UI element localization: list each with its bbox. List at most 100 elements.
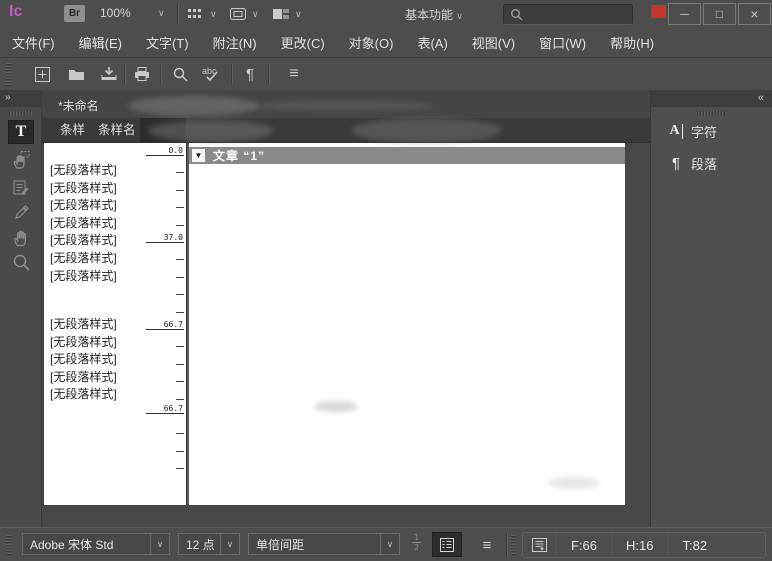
red-indicator: [651, 5, 666, 18]
expand-panel-icon: »: [5, 92, 11, 103]
paragraph-panel-label: 段落: [691, 154, 717, 173]
menu-item[interactable]: 文件(F): [12, 33, 55, 52]
collapse-panels-icon[interactable]: «: [758, 90, 764, 106]
font-family-select[interactable]: Adobe 宋体 Std ∨: [22, 533, 170, 555]
view-tab-galley[interactable]: 条样: [60, 118, 85, 143]
tools-panel-gripper[interactable]: [9, 111, 33, 116]
paragraph-style-row[interactable]: [无段落样式]: [50, 368, 117, 385]
menu-icon: ≡: [289, 65, 298, 83]
search-input[interactable]: [525, 8, 629, 22]
ruler-major-mark: 66.7: [146, 413, 184, 414]
paragraph-panel-button[interactable]: ¶ 段落: [651, 148, 772, 178]
menu-icon: ≡: [483, 537, 492, 554]
collapse-story-button[interactable]: ▼: [192, 149, 205, 162]
title-bar: Ic Br 100% ∨ ∨ ∨ ∨: [0, 0, 772, 28]
note-tool[interactable]: [8, 176, 34, 200]
open-button[interactable]: [62, 61, 90, 87]
view-tab-story[interactable]: 条样名: [98, 118, 136, 143]
paragraph-style-row[interactable]: [无段落样式]: [50, 315, 117, 332]
menu-item[interactable]: 更改(C): [281, 33, 325, 52]
menu-item[interactable]: 对象(O): [349, 33, 394, 52]
chevron-down-icon: ∨: [158, 8, 165, 19]
paragraph-style-row[interactable]: [无段落样式]: [50, 267, 117, 284]
hand-tool[interactable]: [8, 225, 34, 249]
right-panel-dock: « A 字符 ¶ 段落: [650, 90, 772, 527]
position-tool[interactable]: [8, 148, 34, 172]
menu-item[interactable]: 附注(N): [213, 33, 257, 52]
search-icon: [509, 7, 525, 23]
printer-icon: [133, 66, 151, 82]
new-document-button[interactable]: [28, 61, 56, 87]
paragraph-style-row[interactable]: [无段落样式]: [50, 231, 117, 248]
galley-view[interactable]: [无段落样式][无段落样式][无段落样式][无段落样式][无段落样式][无段落样…: [44, 143, 625, 505]
character-panel-button[interactable]: A 字符: [651, 116, 772, 146]
statusbar-menu-button[interactable]: ≡: [474, 532, 500, 558]
screen-mode-icon: [229, 7, 247, 21]
toolbar-menu-button[interactable]: ≡: [280, 61, 308, 87]
paragraph-style-row[interactable]: [无段落样式]: [50, 161, 117, 178]
menu-item[interactable]: 编辑(E): [79, 33, 122, 52]
leading-select[interactable]: 单倍间距 ∨: [248, 533, 400, 555]
document-tab[interactable]: *未命名: [58, 97, 99, 114]
workspace-switcher[interactable]: 基本功能 ∨: [405, 6, 463, 23]
find-button[interactable]: [166, 61, 194, 87]
magnifier-icon: [12, 253, 31, 272]
story-header-bar[interactable]: ▼ 文章 “1”: [189, 147, 625, 164]
print-button[interactable]: [128, 61, 156, 87]
chevron-down-icon: ∨: [210, 9, 217, 20]
chevron-down-icon: ∨: [157, 539, 164, 550]
bridge-button[interactable]: Br: [64, 5, 85, 22]
character-panel-label: 字符: [691, 122, 717, 141]
paragraph-style-row[interactable]: [无段落样式]: [50, 214, 117, 231]
ruler-tick: [176, 468, 184, 469]
toolbar-gripper[interactable]: [6, 63, 12, 86]
type-tool[interactable]: T: [8, 120, 34, 144]
arrange-documents-dropdown[interactable]: ∨: [272, 5, 302, 23]
ruler-tick: [176, 259, 184, 260]
view-options-icon: [187, 7, 205, 21]
font-size-select[interactable]: 12 点 ∨: [178, 533, 240, 555]
screen-mode-dropdown[interactable]: ∨: [229, 5, 259, 23]
copyfit-stat: F:66: [556, 533, 611, 557]
statusbar-gripper[interactable]: [6, 535, 12, 555]
chevron-down-icon: ∨: [227, 539, 234, 550]
paragraph-style-row[interactable]: [无段落样式]: [50, 333, 117, 350]
right-panel-header: «: [651, 90, 772, 107]
paragraph-style-row[interactable]: [无段落样式]: [50, 385, 117, 402]
zoom-level-dropdown[interactable]: 100% ∨: [100, 6, 131, 20]
spell-check-button[interactable]: abc: [198, 61, 226, 87]
statusbar-gripper[interactable]: [511, 535, 516, 555]
paragraph-style-row[interactable]: [无段落样式]: [50, 350, 117, 367]
paragraph-style-row[interactable]: [无段落样式]: [50, 249, 117, 266]
copyfit-stat: H:16: [611, 533, 667, 557]
close-button[interactable]: ×: [738, 3, 771, 25]
paragraph-style-row[interactable]: [无段落样式]: [50, 196, 117, 213]
triangle-down-icon: ▼: [195, 151, 203, 160]
menu-item[interactable]: 表(A): [417, 33, 447, 52]
maximize-button[interactable]: □: [703, 3, 736, 25]
font-family-value: Adobe 宋体 Std: [23, 536, 150, 553]
copyfit-info-group: F:66H:16T:82: [522, 532, 766, 558]
tools-panel-header[interactable]: »: [0, 90, 42, 107]
eyedropper-tool[interactable]: [8, 201, 34, 225]
minimize-button[interactable]: ─: [668, 3, 701, 25]
search-box[interactable]: [503, 4, 633, 25]
hidden-characters-button[interactable]: ¶: [236, 61, 264, 87]
story-title: 文章 “1”: [213, 147, 265, 164]
note-tool-icon: [12, 179, 30, 197]
galley-info-toggle[interactable]: [432, 532, 462, 557]
line-spacing-icon[interactable]: 1 2: [412, 534, 421, 551]
zoom-tool[interactable]: [8, 250, 34, 274]
workspace-value: 基本功能: [405, 8, 453, 22]
story-column[interactable]: ▼ 文章 “1”: [189, 143, 625, 505]
paragraph-icon: ¶: [661, 155, 691, 172]
chevron-down-icon: ∨: [456, 11, 463, 21]
paragraph-style-row[interactable]: [无段落样式]: [50, 179, 117, 196]
menu-item[interactable]: 帮助(H): [610, 33, 654, 52]
save-button[interactable]: [95, 61, 123, 87]
view-options-dropdown[interactable]: ∨: [187, 5, 217, 23]
menu-item[interactable]: 窗口(W): [539, 33, 586, 52]
menu-item[interactable]: 视图(V): [472, 33, 515, 52]
ruler-header: [140, 118, 186, 143]
menu-item[interactable]: 文字(T): [146, 33, 189, 52]
